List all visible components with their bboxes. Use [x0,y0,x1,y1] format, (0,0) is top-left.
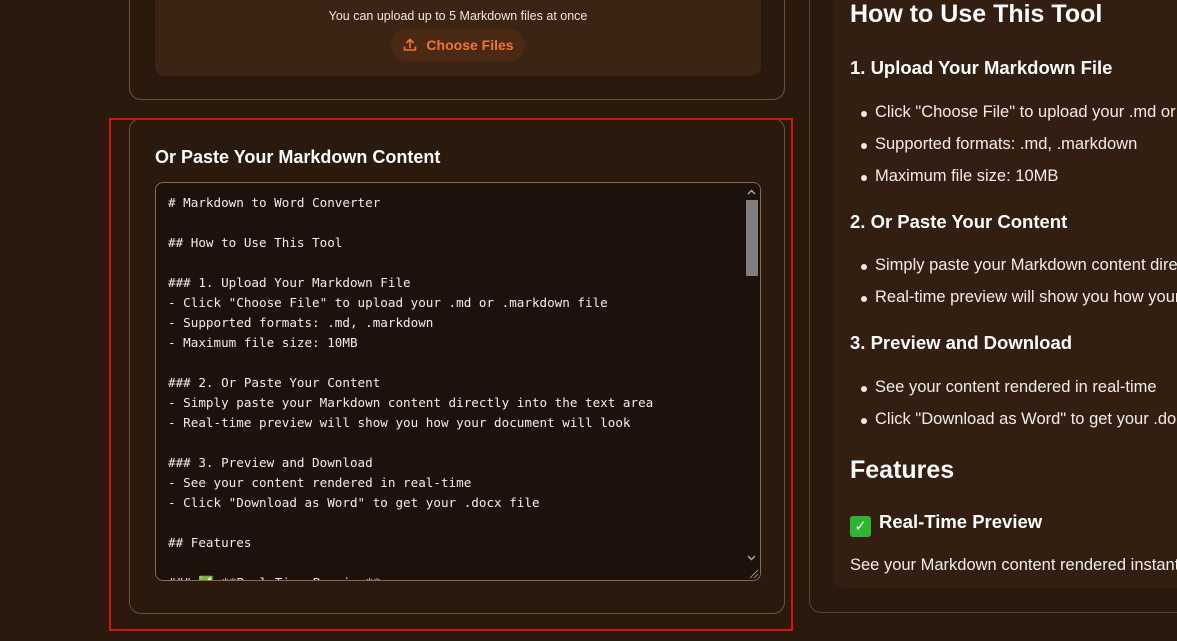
preview-title: How to Use This Tool [850,0,1103,28]
markdown-textarea[interactable]: # Markdown to Word Converter ## How to U… [155,182,761,581]
preview-features-title: Features [850,456,955,484]
scroll-up-arrow-icon[interactable] [743,184,760,200]
scroll-down-arrow-icon[interactable] [743,550,760,566]
upload-dropzone[interactable]: You can upload up to 5 Markdown files at… [155,0,761,76]
preview-step1-heading: 1. Upload Your Markdown File [850,57,1113,78]
resize-grip-icon[interactable] [747,567,759,579]
list-item: Maximum file size: 10MB [860,167,1059,185]
check-mark-icon: ✓ [850,516,871,537]
upload-hint: You can upload up to 5 Markdown files at… [328,9,588,23]
scroll-thumb[interactable] [746,200,758,276]
page: You can upload up to 5 Markdown files at… [0,0,1177,641]
preview-feature1-heading-text: Real-Time Preview [879,511,1043,532]
preview-feature1-text: See your Markdown content rendered insta… [850,556,1177,574]
preview-step3-heading: 3. Preview and Download [850,332,1073,353]
list-item: See your content rendered in real-time [861,378,1157,396]
paste-section: Or Paste Your Markdown Content # Markdow… [129,118,785,614]
preview-feature1-heading: ✓ Real-Time Preview [850,511,1042,537]
list-item: Click "Download as Word" to get your .do… [860,410,1177,429]
list-item: Simply paste your Markdown content direc… [861,256,1177,275]
list-item: Click "Choose File" to upload your .md o… [861,103,1177,122]
list-item: Supported formats: .md, .markdown [860,135,1138,153]
paste-section-title: Or Paste Your Markdown Content [155,147,441,167]
markdown-textarea-content[interactable]: # Markdown to Word Converter ## How to U… [168,193,740,580]
preview-panel: How to Use This Tool 1. Upload Your Mark… [833,0,1177,588]
upload-icon [404,38,417,51]
list-item: Real-time preview will show you how your… [861,288,1177,307]
textarea-scrollbar[interactable] [743,183,760,580]
upload-section: You can upload up to 5 Markdown files at… [129,0,785,100]
choose-files-label: Choose Files [426,37,514,53]
preview-step2-heading: 2. Or Paste Your Content [850,211,1068,232]
choose-files-button[interactable]: Choose Files [391,29,525,61]
